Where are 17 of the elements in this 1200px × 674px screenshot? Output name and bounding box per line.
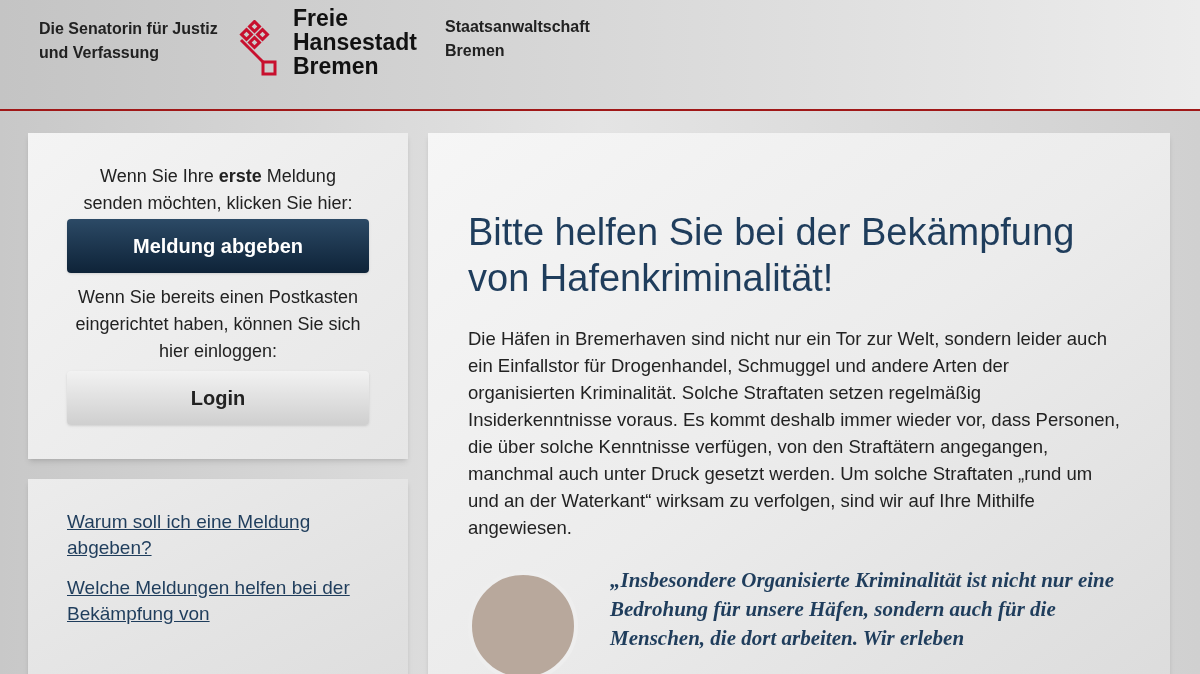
office-name: Staatsanwaltschaft	[445, 17, 590, 37]
login-button[interactable]: Login	[67, 371, 369, 425]
office-name: Bremen	[445, 41, 506, 61]
quote-text: „Insbesondere Organisierte Kriminalität ist nicht nur eine Bedrohung für unsere Häfen, sondern auch für die Menschen, die dort arbeiten. Wir erleben	[610, 567, 1116, 652]
first-report-instruction: Wenn Sie Ihre erste Meldung senden möchten, klicken Sie hier:	[82, 165, 354, 215]
state-name: Freie	[293, 6, 349, 30]
login-instruction: Wenn Sie bereits einen Postkasten eingerichtet haben, können Sie sich hier einloggen:	[74, 286, 362, 363]
ministry-name: und Verfassung	[39, 43, 161, 63]
faq-link[interactable]: Welche Meldungen helfen bei der Bekämpfung von	[67, 575, 369, 627]
faq-link[interactable]: Warum soll ich eine Meldung abgeben?	[67, 509, 369, 561]
report-button[interactable]: Meldung abgeben	[67, 219, 369, 273]
intro-paragraph: Die Häfen in Bremerhaven sind nicht nur ein Tor zur Welt, sondern leider auch ein Einfallstor für Drogenhandel, Schmuggel und andere Arten der organisierten Kriminalität. Solche Straftaten setzen regelmäßig Insiderkenntnisse voraus. Es kommt deshalb immer wieder vor, dass Personen, die über solche Kenntnisse verfügen, von den Straftätern angegangen, manchmal auch unter Druck gesetzt werden. Um solche Straftaten „rund um und an der Waterkant“ wirksam zu verfolgen, sind wir auf Ihre Mithilfe angewiesen.	[468, 327, 1121, 540]
ministry-name: Die Senatorin für Justiz	[39, 19, 219, 39]
state-name: Bremen	[293, 54, 380, 78]
state-name: Hansestadt	[293, 30, 417, 54]
coat-of-arms-key-icon	[239, 20, 279, 76]
page-heading: Bitte helfen Sie bei der Bekämpfung von Hafenkriminalität!	[468, 210, 1076, 301]
